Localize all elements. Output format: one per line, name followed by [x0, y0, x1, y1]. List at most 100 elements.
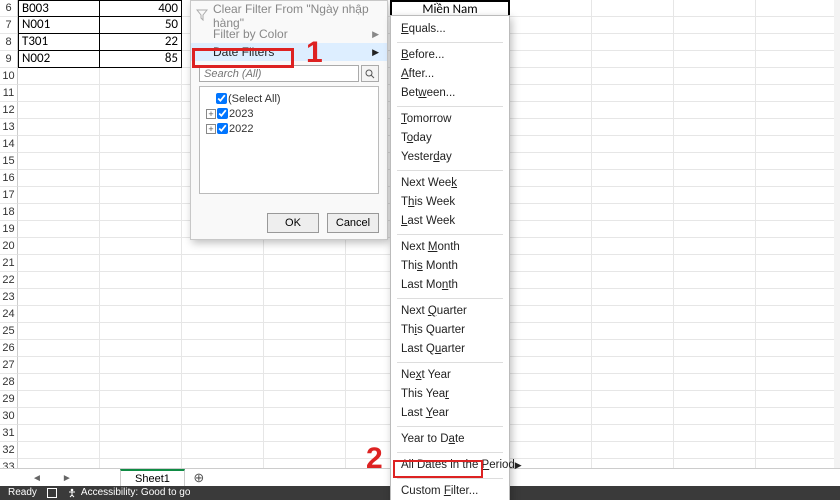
cell[interactable]: [674, 34, 756, 51]
cell[interactable]: [592, 221, 674, 238]
year-2023-checkbox[interactable]: [217, 108, 228, 119]
cell[interactable]: [592, 425, 674, 442]
cell[interactable]: [100, 306, 182, 323]
cell[interactable]: [100, 170, 182, 187]
cell[interactable]: [100, 238, 182, 255]
cell[interactable]: [674, 17, 756, 34]
cell[interactable]: [756, 34, 838, 51]
cell[interactable]: [756, 357, 838, 374]
cell[interactable]: N002: [18, 51, 100, 68]
cell[interactable]: [592, 0, 674, 17]
row-header[interactable]: 16: [0, 170, 18, 187]
cell[interactable]: [592, 289, 674, 306]
cell[interactable]: [674, 272, 756, 289]
cell[interactable]: [756, 408, 838, 425]
cell[interactable]: [756, 425, 838, 442]
cell[interactable]: [756, 0, 838, 17]
cell[interactable]: [18, 85, 100, 102]
row-header[interactable]: 29: [0, 391, 18, 408]
cell[interactable]: [182, 238, 264, 255]
this-quarter-item[interactable]: This Quarter: [391, 321, 509, 340]
cell[interactable]: [674, 289, 756, 306]
cell[interactable]: [100, 136, 182, 153]
cell[interactable]: [18, 153, 100, 170]
cell[interactable]: [100, 374, 182, 391]
cell[interactable]: [592, 204, 674, 221]
cell[interactable]: [592, 442, 674, 459]
cell[interactable]: [756, 391, 838, 408]
cell[interactable]: [756, 51, 838, 68]
cell[interactable]: [674, 255, 756, 272]
cell[interactable]: [18, 119, 100, 136]
cell[interactable]: [592, 85, 674, 102]
cell[interactable]: [592, 34, 674, 51]
row-header[interactable]: 26: [0, 340, 18, 357]
expand-icon[interactable]: +: [206, 124, 216, 134]
cell[interactable]: B003: [18, 0, 100, 17]
cell[interactable]: [674, 323, 756, 340]
row-header[interactable]: 28: [0, 374, 18, 391]
cell[interactable]: [674, 102, 756, 119]
cell[interactable]: [674, 221, 756, 238]
cell[interactable]: [592, 408, 674, 425]
cell[interactable]: [18, 425, 100, 442]
cell[interactable]: [100, 272, 182, 289]
cell[interactable]: [264, 306, 346, 323]
cell[interactable]: [592, 68, 674, 85]
cell[interactable]: [592, 374, 674, 391]
cell[interactable]: [592, 272, 674, 289]
cell[interactable]: [100, 255, 182, 272]
cell[interactable]: [510, 391, 592, 408]
cell[interactable]: [510, 289, 592, 306]
cell[interactable]: [592, 153, 674, 170]
row-header[interactable]: 7: [0, 17, 18, 34]
cell[interactable]: [510, 374, 592, 391]
row-header[interactable]: 18: [0, 204, 18, 221]
cell[interactable]: [674, 238, 756, 255]
cell[interactable]: [18, 272, 100, 289]
cell[interactable]: N001: [18, 17, 100, 34]
this-week-item[interactable]: This Week: [391, 193, 509, 212]
cell[interactable]: [674, 187, 756, 204]
cell[interactable]: [674, 408, 756, 425]
row-header[interactable]: 31: [0, 425, 18, 442]
cell[interactable]: [674, 0, 756, 17]
cell[interactable]: [756, 374, 838, 391]
cell[interactable]: [756, 204, 838, 221]
cell[interactable]: 85: [100, 51, 182, 68]
cell[interactable]: [100, 204, 182, 221]
cell[interactable]: [100, 102, 182, 119]
cell[interactable]: [510, 357, 592, 374]
this-year-item[interactable]: This Year: [391, 385, 509, 404]
cell[interactable]: [182, 357, 264, 374]
cell[interactable]: [100, 391, 182, 408]
cell[interactable]: [756, 221, 838, 238]
row-header[interactable]: 30: [0, 408, 18, 425]
cell[interactable]: [510, 272, 592, 289]
equals-item[interactable]: Equals...: [391, 20, 509, 39]
cell[interactable]: [674, 391, 756, 408]
cell[interactable]: [674, 153, 756, 170]
cell[interactable]: [18, 391, 100, 408]
cell[interactable]: [264, 391, 346, 408]
cell[interactable]: [18, 340, 100, 357]
cell[interactable]: [674, 85, 756, 102]
cell[interactable]: [18, 102, 100, 119]
cell[interactable]: [510, 221, 592, 238]
cell[interactable]: [100, 323, 182, 340]
expand-icon[interactable]: +: [206, 109, 216, 119]
cell[interactable]: [674, 442, 756, 459]
cell[interactable]: [756, 272, 838, 289]
cell[interactable]: [182, 408, 264, 425]
cell[interactable]: [510, 442, 592, 459]
cell[interactable]: [18, 136, 100, 153]
cell[interactable]: [674, 374, 756, 391]
cell[interactable]: [264, 289, 346, 306]
cell[interactable]: [510, 238, 592, 255]
macros-icon[interactable]: [47, 488, 57, 498]
cell[interactable]: [18, 289, 100, 306]
cell[interactable]: [756, 442, 838, 459]
sheet-tab-sheet1[interactable]: Sheet1: [120, 469, 185, 487]
row-header[interactable]: 10: [0, 68, 18, 85]
cell[interactable]: [592, 306, 674, 323]
